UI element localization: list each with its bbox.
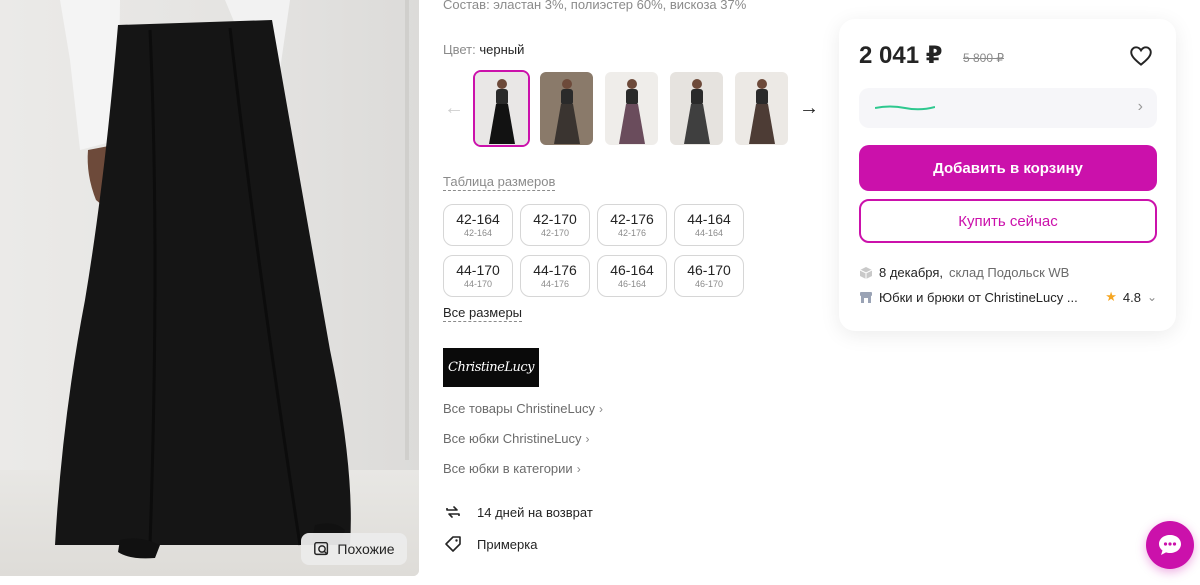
composition-text: Состав: эластан 3%, полиэстер 60%, виско… [443, 0, 747, 12]
color-thumbnail[interactable] [603, 70, 660, 147]
chevron-right-icon: › [576, 461, 581, 476]
brand-links: Все товары ChristineLucy › Все юбки Christ… [443, 400, 603, 477]
similar-search-icon [314, 541, 329, 556]
size-main: 46-164 [610, 262, 654, 278]
all-sizes-link[interactable]: Все размеры [443, 305, 523, 322]
wallet-payment-row[interactable]: › [859, 88, 1157, 128]
size-sub: 42-170 [540, 228, 570, 238]
size-sub: 44-164 [694, 228, 724, 238]
seller-rating: 4.8 [1122, 289, 1141, 305]
thumbs-next-arrow-icon[interactable]: → [798, 97, 820, 120]
add-to-cart-button[interactable]: Добавить в корзину [859, 145, 1157, 191]
similar-label: Похожие [337, 541, 395, 557]
thumb-list [473, 70, 790, 147]
size-option[interactable]: 42-170 42-170 [520, 204, 590, 246]
product-photo[interactable]: Похожие [0, 0, 419, 576]
size-sub: 44-176 [540, 279, 570, 289]
size-option[interactable]: 42-176 42-176 [597, 204, 667, 246]
size-option[interactable]: 46-170 46-170 [674, 255, 744, 297]
star-icon: ★ [1105, 289, 1117, 304]
size-table-link[interactable]: Таблица размеров [443, 174, 556, 191]
color-row: Цвет: черный [443, 42, 524, 57]
size-main: 46-170 [687, 262, 731, 278]
box-icon [859, 266, 873, 279]
color-value: черный [479, 42, 525, 57]
old-price: 5 800 ₽ [963, 51, 1004, 65]
size-main: 42-164 [456, 211, 500, 227]
chat-bubble-icon [1159, 535, 1181, 555]
brand-link[interactable]: Все товары ChristineLucy › [443, 400, 603, 417]
chevron-right-icon: › [598, 401, 603, 416]
seller-chevron-down-icon: ⌄ [1146, 290, 1157, 304]
thumbnail-figure [748, 79, 775, 144]
wallet-wave-icon [875, 105, 935, 111]
thumbnail-figure [683, 79, 710, 144]
buy-now-button[interactable]: Купить сейчас [859, 199, 1157, 243]
thumbnail-figure [553, 79, 580, 144]
favorite-heart-icon[interactable] [1128, 43, 1154, 69]
brand-link-label: Все юбки в категории [443, 461, 573, 476]
return-feature: 14 дней на возврат [443, 502, 593, 522]
size-main: 42-170 [533, 211, 577, 227]
seller-name: Юбки и брюки от ChristineLucy ... [879, 289, 1078, 305]
chat-button[interactable] [1146, 521, 1194, 569]
color-thumbnail[interactable] [668, 70, 725, 147]
tag-icon [445, 536, 461, 552]
brand-link[interactable]: Все юбки ChristineLucy › [443, 430, 603, 447]
similar-button[interactable]: Похожие [301, 533, 407, 565]
size-option[interactable]: 44-164 44-164 [674, 204, 744, 246]
thumbnail-figure [618, 79, 645, 144]
size-sub: 42-176 [617, 228, 647, 238]
delivery-info: 8 декабря, склад Подольск WB [859, 265, 1069, 280]
warehouse: склад Подольск WB [949, 265, 1070, 280]
size-main: 42-176 [610, 211, 654, 227]
brand-link-label: Все юбки ChristineLucy [443, 431, 582, 446]
size-main: 44-176 [533, 262, 577, 278]
color-label: Цвет: [443, 42, 476, 57]
color-thumbnails: ← → [443, 70, 820, 147]
chevron-right-icon: › [585, 431, 590, 446]
size-main: 44-170 [456, 262, 500, 278]
size-sub: 46-170 [694, 279, 724, 289]
color-thumbnail[interactable] [733, 70, 790, 147]
size-sub: 42-164 [463, 228, 493, 238]
buy-card: 2 041 ₽ 5 800 ₽ › Добавить в корзину Куп… [839, 19, 1176, 331]
size-option[interactable]: 44-176 44-176 [520, 255, 590, 297]
brand-link-label: Все товары ChristineLucy [443, 401, 595, 416]
size-option[interactable]: 42-164 42-164 [443, 204, 513, 246]
size-option[interactable]: 46-164 46-164 [597, 255, 667, 297]
return-text: 14 дней на возврат [477, 504, 593, 520]
size-sub: 44-170 [463, 279, 493, 289]
brand-link[interactable]: Все юбки в категории › [443, 460, 603, 477]
color-thumbnail[interactable] [473, 70, 530, 147]
fitting-text: Примерка [477, 536, 538, 552]
size-grid: 42-164 42-164 42-170 42-170 42-176 42-176 44-1… [443, 204, 744, 297]
brand-logo-text: ChristineLucy [448, 360, 534, 375]
delivery-date: 8 декабря, [879, 265, 944, 280]
thumbs-prev-arrow-icon[interactable]: ← [443, 97, 465, 120]
thumbnail-figure [488, 79, 515, 144]
shop-icon [860, 292, 872, 303]
model-skirt-illustration [55, 0, 351, 559]
seller-row[interactable]: Юбки и брюки от ChristineLucy ... ★ 4.8 … [859, 289, 1157, 305]
size-sub: 46-164 [617, 279, 647, 289]
return-arrows-icon [446, 506, 460, 518]
fitting-feature: Примерка [443, 534, 537, 554]
wallet-chevron-right-icon: › [1137, 98, 1143, 115]
price: 2 041 ₽ [859, 42, 943, 69]
size-main: 44-164 [687, 211, 731, 227]
color-thumbnail[interactable] [538, 70, 595, 147]
size-option[interactable]: 44-170 44-170 [443, 255, 513, 297]
brand-logo[interactable]: ChristineLucy [443, 348, 539, 387]
